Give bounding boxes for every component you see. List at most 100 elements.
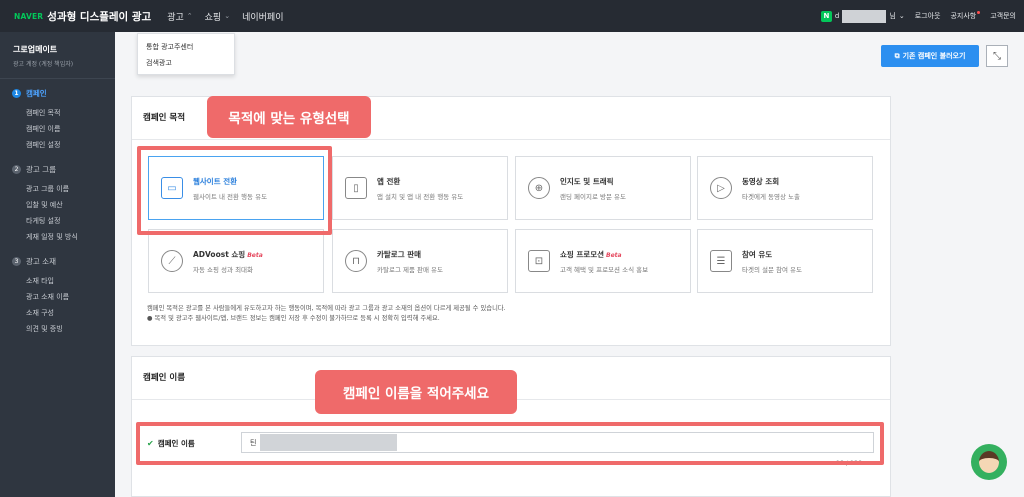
expand-button[interactable]: ⤡ <box>986 45 1008 67</box>
card-title: 쇼핑 프로모션 Beta <box>560 249 648 260</box>
nav-ads-label: 광고 <box>167 12 184 23</box>
card-title: 참여 유도 <box>742 249 773 259</box>
card-text: 인지도 및 트래픽 랜딩 페이지로 방문 유도 <box>560 176 626 201</box>
chevron-down-icon: ⌄ <box>898 12 905 20</box>
card-text: 쇼핑 프로모션 Beta 고객 혜택 및 프로모션 소식 홍보 <box>560 249 648 274</box>
sidebar-item-campaign-objective[interactable]: 캠페인 목적 <box>12 105 103 121</box>
user-initial: d <box>834 12 840 20</box>
card-title: 앱 전환 <box>377 176 401 186</box>
card-desc: 랜딩 페이지로 방문 유도 <box>560 192 626 201</box>
sidebar-item-opinion-evidence[interactable]: 의견 및 증빙 <box>12 321 103 337</box>
step-number-icon: 1 <box>12 89 21 98</box>
beta-badge: Beta <box>606 251 622 259</box>
card-desc: 고객 혜택 및 프로모션 소식 홍보 <box>560 265 649 274</box>
nav-shopping[interactable]: 쇼핑 ⌄ <box>205 10 230 23</box>
chevron-down-icon: ⌄ <box>224 12 231 20</box>
beta-badge: Beta <box>247 251 263 259</box>
card-text: 카탈로그 판매 카탈로그 제품 판매 유도 <box>377 249 443 274</box>
cart-icon: ⊡ <box>528 250 550 272</box>
sidebar-item-campaign-name[interactable]: 캠페인 이름 <box>12 121 103 137</box>
objective-notes: 캠페인 목적은 광고를 본 사람들에게 유도하고자 하는 행동이며, 목적에 따… <box>147 304 506 324</box>
account-role: 광고 계정 (계정 책임자) <box>13 61 74 68</box>
service-title[interactable]: 성과형 디스플레이 광고 <box>47 9 151 24</box>
app-icon: ▯ <box>345 177 367 199</box>
card-text: 참여 유도 타겟의 설문 참여 유도 <box>742 249 802 274</box>
logout-link[interactable]: 로그아웃 <box>915 11 941 21</box>
sidebar-group-campaign: 1 캠페인 캠페인 목적 캠페인 이름 캠페인 설정 <box>0 79 115 155</box>
bag-icon: ⊓ <box>345 250 367 272</box>
ads-dropdown-menu: 통합 광고주센터 검색광고 <box>137 33 235 75</box>
card-text: ADVoost 쇼핑 Beta 자동 쇼핑 성과 최대화 <box>193 249 263 274</box>
card-title-text: ADVoost 쇼핑 <box>193 249 246 259</box>
nav-ads[interactable]: 광고 ⌃ <box>167 10 192 23</box>
notice-link[interactable]: 공지사항 <box>950 11 981 21</box>
nav-shopping-label: 쇼핑 <box>204 12 222 23</box>
card-desc: 카탈로그 제품 판매 유도 <box>377 265 443 274</box>
card-desc: 타겟의 설문 참여 유도 <box>742 265 803 274</box>
card-title: 인지도 및 트래픽 <box>560 176 614 186</box>
objective-card-engagement[interactable]: ☰ 참여 유도 타겟의 설문 참여 유도 <box>697 229 873 293</box>
highlight-name-field <box>136 422 884 465</box>
objective-card-video-views[interactable]: ▷ 동영상 조회 타겟에게 동영상 노출 <box>697 156 873 220</box>
new-dot-icon <box>977 11 981 14</box>
step-label: 광고 그룹 <box>26 165 56 174</box>
dropdown-item-ad-center[interactable]: 통합 광고주센터 <box>146 39 226 55</box>
step-number-icon: 3 <box>12 257 21 266</box>
chevron-up-icon: ⌃ <box>186 12 193 20</box>
sidebar-item-creative-type[interactable]: 소재 타입 <box>12 273 103 289</box>
top-nav: 광고 ⌃ 쇼핑 ⌄ 네이버페이 <box>167 10 283 23</box>
card-desc: 앱 설치 및 앱 내 전환 행동 유도 <box>377 192 464 201</box>
survey-icon: ☰ <box>710 250 732 272</box>
globe-icon: ⊕ <box>528 177 550 199</box>
objective-card-shopping-promotion[interactable]: ⊡ 쇼핑 프로모션 Beta 고객 혜택 및 프로모션 소식 홍보 <box>515 229 691 293</box>
user-menu[interactable]: N d 님 ⌄ <box>820 9 905 23</box>
card-desc: 자동 쇼핑 성과 최대화 <box>193 265 254 274</box>
top-bar: NAVER 성과형 디스플레이 광고 광고 ⌃ 쇼핑 ⌄ 네이버페이 N d 님… <box>0 0 1024 32</box>
top-right-menu: N d 님 ⌄ 로그아웃 공지사항 고객문의 <box>820 0 1016 32</box>
copy-icon: ⧉ <box>894 51 900 60</box>
card-text: 앱 전환 앱 설치 및 앱 내 전환 행동 유도 <box>377 176 463 201</box>
sidebar-item-schedule[interactable]: 게재 일정 및 방식 <box>12 229 103 245</box>
sidebar: 그로업메이트 광고 계정 (계정 책임자) 1 캠페인 캠페인 목적 캠페인 이… <box>0 32 115 497</box>
card-desc: 타겟에게 동영상 노출 <box>742 192 800 201</box>
play-icon: ▷ <box>710 177 732 199</box>
naver-badge-icon: N <box>820 10 832 22</box>
sidebar-item-targeting[interactable]: 타게팅 설정 <box>12 213 103 229</box>
chat-assistant-avatar[interactable] <box>971 444 1007 480</box>
objective-card-catalog-sales[interactable]: ⊓ 카탈로그 판매 카탈로그 제품 판매 유도 <box>332 229 508 293</box>
step-label: 광고 소재 <box>26 257 56 266</box>
step-number-icon: 2 <box>12 165 21 174</box>
sidebar-step-creative[interactable]: 3 광고 소재 <box>12 256 103 267</box>
load-existing-campaign-button[interactable]: ⧉ 기존 캠페인 불러오기 <box>881 45 979 67</box>
advoost-icon: ⟋ <box>161 250 183 272</box>
card-title-text: 쇼핑 프로모션 <box>560 249 605 259</box>
nav-naverpay[interactable]: 네이버페이 <box>242 10 283 23</box>
objective-card-awareness-traffic[interactable]: ⊕ 인지도 및 트래픽 랜딩 페이지로 방문 유도 <box>515 156 691 220</box>
sidebar-item-creative-name[interactable]: 광고 소재 이름 <box>12 289 103 305</box>
account-name: 그로업메이트 <box>13 45 58 54</box>
highlight-objective-card <box>137 146 332 235</box>
support-link[interactable]: 고객문의 <box>990 11 1016 21</box>
sidebar-step-adgroup[interactable]: 2 광고 그룹 <box>12 164 103 175</box>
notice-label: 공지사항 <box>950 12 977 20</box>
objective-note-2: ● 목적 및 광고주 웹사이트/앱, 브랜드 정보는 캠페인 저장 후 수정이 … <box>147 315 440 322</box>
card-title: 동영상 조회 <box>742 176 780 186</box>
callout-enter-name: 캠페인 이름을 적어주세요 <box>315 370 517 414</box>
objective-note-1: 캠페인 목적은 광고를 본 사람들에게 유도하고자 하는 행동이며, 목적에 따… <box>147 305 506 312</box>
expand-icon: ⤡ <box>993 50 1001 62</box>
sidebar-group-adgroup: 2 광고 그룹 광고 그룹 이름 입찰 및 예산 타게팅 설정 게재 일정 및 … <box>0 155 115 247</box>
sidebar-item-bid-budget[interactable]: 입찰 및 예산 <box>12 197 103 213</box>
objective-card-app-conversion[interactable]: ▯ 앱 전환 앱 설치 및 앱 내 전환 행동 유도 <box>332 156 508 220</box>
sidebar-item-campaign-settings[interactable]: 캠페인 설정 <box>12 137 103 153</box>
step-label: 캠페인 <box>26 89 47 98</box>
sidebar-item-creative-composition[interactable]: 소재 구성 <box>12 305 103 321</box>
callout-select-objective: 목적에 맞는 유형선택 <box>207 96 371 138</box>
user-suffix: 님 <box>889 12 896 20</box>
objective-card-advoost-shopping[interactable]: ⟋ ADVoost 쇼핑 Beta 자동 쇼핑 성과 최대화 <box>148 229 324 293</box>
card-title: 카탈로그 판매 <box>377 249 422 259</box>
sidebar-step-campaign[interactable]: 1 캠페인 <box>12 88 103 99</box>
naver-logo[interactable]: NAVER <box>14 12 43 21</box>
account-header: 그로업메이트 광고 계정 (계정 책임자) <box>0 32 115 79</box>
sidebar-item-adgroup-name[interactable]: 광고 그룹 이름 <box>12 181 103 197</box>
dropdown-item-search-ad[interactable]: 검색광고 <box>146 55 226 71</box>
